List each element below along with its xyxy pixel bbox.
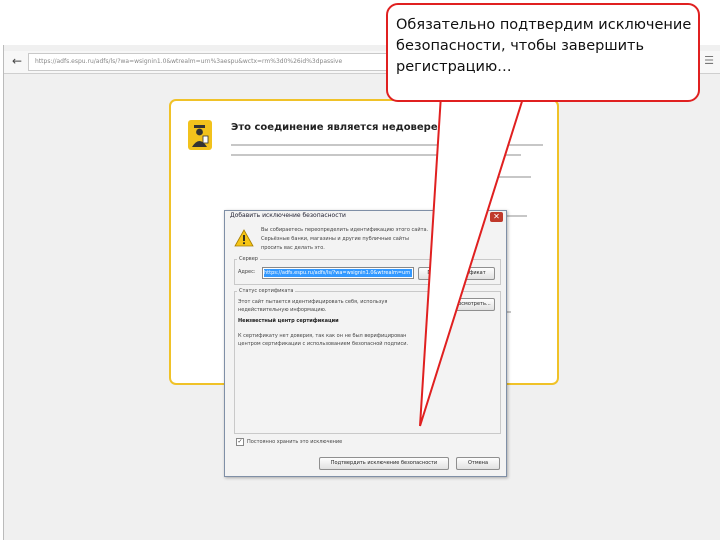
callout-text: Обязательно подтвердим исключение безопа…	[396, 17, 692, 75]
callout-box: Обязательно подтвердим исключение безопа…	[386, 3, 700, 102]
